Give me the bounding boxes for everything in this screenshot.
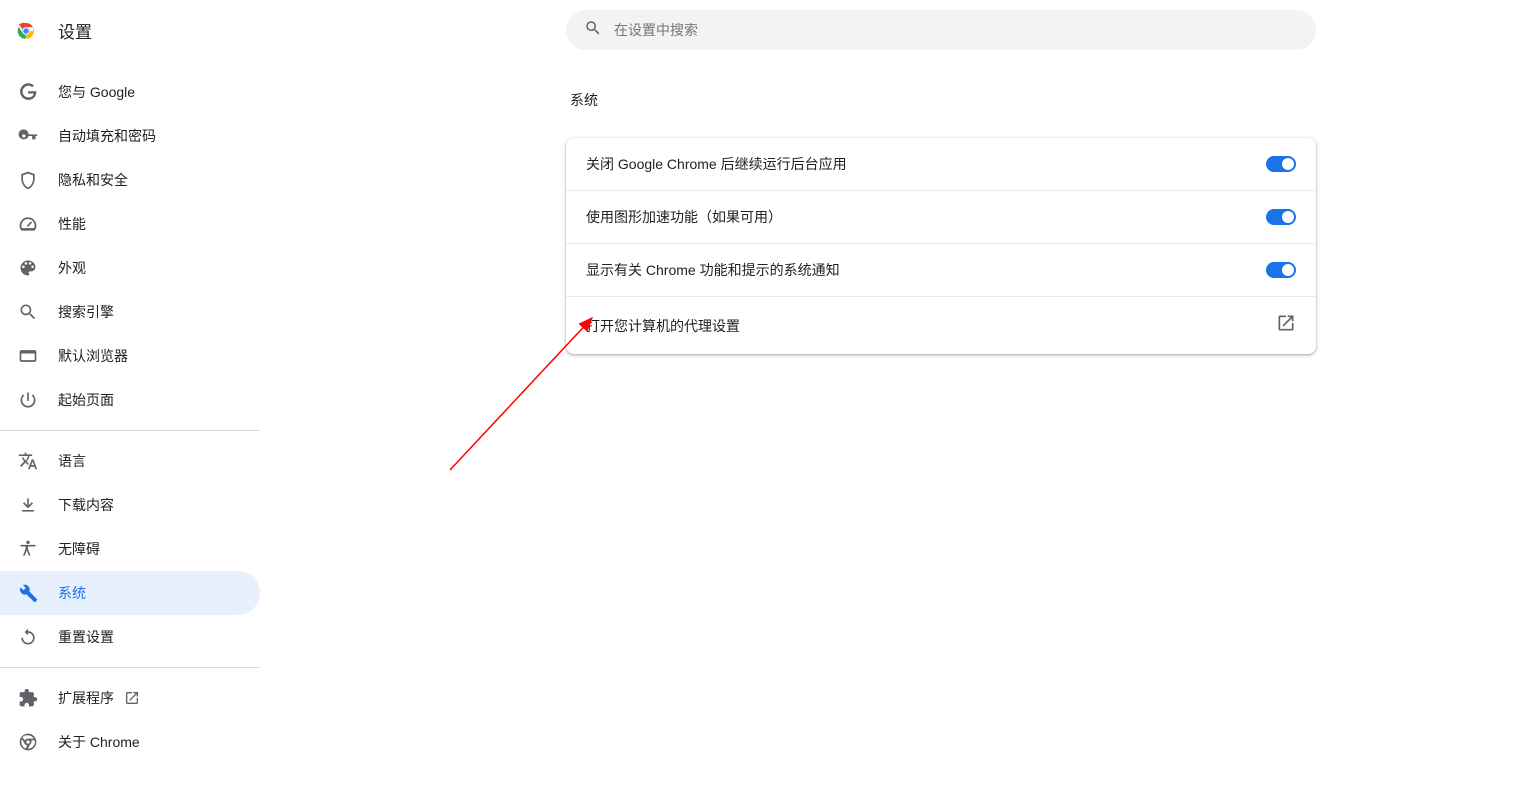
sidebar-item-languages[interactable]: 语言 <box>0 439 260 483</box>
sidebar-item-on-startup[interactable]: 起始页面 <box>0 378 260 422</box>
chrome-logo-icon <box>14 19 38 43</box>
sidebar-item-label: 起始页面 <box>58 390 114 410</box>
sidebar-item-label: 默认浏览器 <box>58 346 128 366</box>
setting-label: 打开您计算机的代理设置 <box>586 316 740 336</box>
toggle-switch[interactable] <box>1266 156 1296 172</box>
external-link-icon <box>124 690 140 706</box>
sidebar-item-downloads[interactable]: 下载内容 <box>0 483 260 527</box>
sidebar-item-default-browser[interactable]: 默认浏览器 <box>0 334 260 378</box>
setting-row-system-notifications[interactable]: 显示有关 Chrome 功能和提示的系统通知 <box>566 244 1316 297</box>
chrome-outline-icon <box>18 732 38 752</box>
sidebar-item-accessibility[interactable]: 无障碍 <box>0 527 260 571</box>
palette-icon <box>18 258 38 278</box>
window-icon <box>18 346 38 366</box>
sidebar-item-you-and-google[interactable]: 您与 Google <box>0 70 260 114</box>
sidebar-item-label: 下载内容 <box>58 495 114 515</box>
sidebar-item-label: 外观 <box>58 258 86 278</box>
divider <box>0 667 260 668</box>
sidebar-item-extensions[interactable]: 扩展程序 <box>0 676 260 720</box>
sidebar-item-privacy[interactable]: 隐私和安全 <box>0 158 260 202</box>
search-input[interactable] <box>614 22 1298 38</box>
setting-row-background-apps[interactable]: 关闭 Google Chrome 后继续运行后台应用 <box>566 138 1316 191</box>
translate-icon <box>18 451 38 471</box>
sidebar-item-performance[interactable]: 性能 <box>0 202 260 246</box>
power-icon <box>18 390 38 410</box>
accessibility-icon <box>18 539 38 559</box>
sidebar-item-system[interactable]: 系统 <box>0 571 260 615</box>
divider <box>0 430 260 431</box>
search-icon <box>584 19 602 42</box>
page-title: 设置 <box>58 18 92 43</box>
sidebar-item-label: 语言 <box>58 451 86 471</box>
wrench-icon <box>18 583 38 603</box>
external-link-icon <box>1276 313 1296 338</box>
sidebar: 您与 Google 自动填充和密码 隐私和安全 性能 外观 搜索引擎 默认浏 <box>0 70 260 764</box>
section-title: 系统 <box>566 90 1316 110</box>
toggle-switch[interactable] <box>1266 209 1296 225</box>
setting-row-proxy[interactable]: 打开您计算机的代理设置 <box>566 297 1316 354</box>
search-bar[interactable] <box>566 10 1316 50</box>
sidebar-item-label: 您与 Google <box>58 82 135 102</box>
sidebar-item-label: 重置设置 <box>58 627 114 647</box>
sidebar-item-label: 扩展程序 <box>58 688 114 708</box>
shield-icon <box>18 170 38 190</box>
sidebar-item-appearance[interactable]: 外观 <box>0 246 260 290</box>
setting-label: 显示有关 Chrome 功能和提示的系统通知 <box>586 260 840 280</box>
header: 设置 <box>0 0 106 53</box>
sidebar-item-label: 无障碍 <box>58 539 100 559</box>
sidebar-item-label: 隐私和安全 <box>58 170 128 190</box>
sidebar-item-label: 系统 <box>58 583 86 603</box>
setting-label: 使用图形加速功能（如果可用） <box>586 207 782 227</box>
sidebar-item-about[interactable]: 关于 Chrome <box>0 720 260 764</box>
speedometer-icon <box>18 214 38 234</box>
settings-card: 关闭 Google Chrome 后继续运行后台应用 使用图形加速功能（如果可用… <box>566 138 1316 354</box>
sidebar-item-label: 性能 <box>58 214 86 234</box>
sidebar-item-reset[interactable]: 重置设置 <box>0 615 260 659</box>
search-icon <box>18 302 38 322</box>
toggle-switch[interactable] <box>1266 262 1296 278</box>
extension-icon <box>18 688 38 708</box>
sidebar-item-label: 自动填充和密码 <box>58 126 156 146</box>
sidebar-item-search-engine[interactable]: 搜索引擎 <box>0 290 260 334</box>
google-g-icon <box>18 82 38 102</box>
sidebar-item-autofill[interactable]: 自动填充和密码 <box>0 114 260 158</box>
sidebar-item-label: 搜索引擎 <box>58 302 114 322</box>
main-content: 系统 关闭 Google Chrome 后继续运行后台应用 使用图形加速功能（如… <box>566 90 1316 354</box>
download-icon <box>18 495 38 515</box>
sidebar-item-label: 关于 Chrome <box>58 732 140 752</box>
setting-label: 关闭 Google Chrome 后继续运行后台应用 <box>586 154 847 174</box>
reset-icon <box>18 627 38 647</box>
key-icon <box>18 126 38 146</box>
setting-row-hardware-acceleration[interactable]: 使用图形加速功能（如果可用） <box>566 191 1316 244</box>
